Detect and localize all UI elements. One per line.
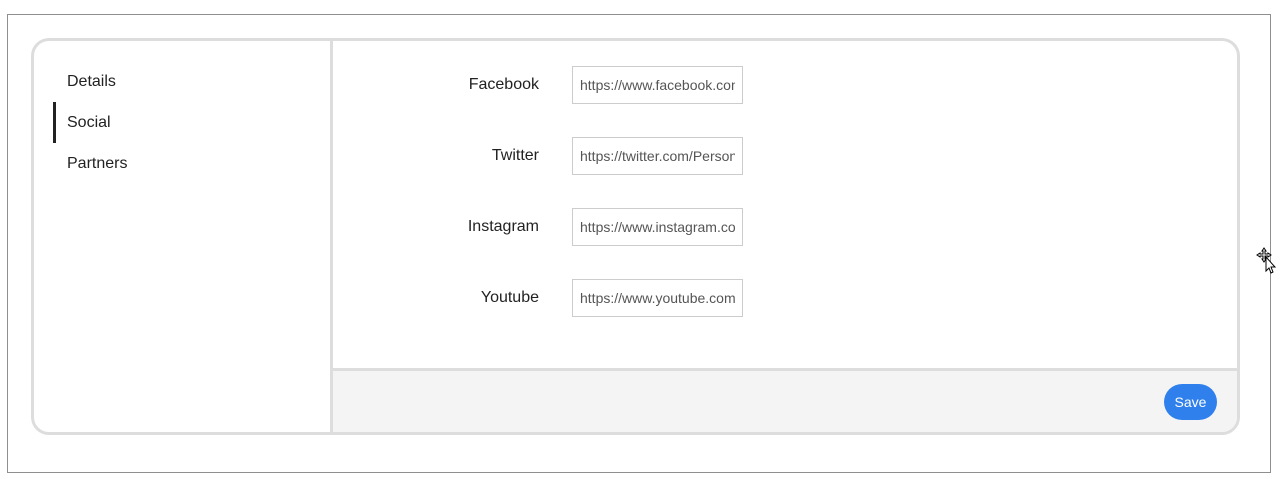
instagram-label: Instagram (467, 218, 539, 235)
sidebar-item-label: Social (67, 114, 111, 131)
twitter-url-input[interactable] (572, 137, 743, 175)
form-row-twitter: Twitter (333, 137, 1237, 175)
sidebar-item-label: Details (67, 73, 116, 90)
save-button[interactable]: Save (1164, 384, 1217, 420)
main-panel: Facebook Twitter Instagram Youtube Save (333, 41, 1237, 432)
form-row-facebook: Facebook (333, 66, 1237, 104)
youtube-label: Youtube (480, 289, 539, 306)
form-footer: Save (333, 368, 1237, 432)
sidebar: Details Social Partners (34, 41, 333, 432)
settings-card: Details Social Partners Facebook Twitter… (31, 38, 1240, 435)
twitter-label: Twitter (491, 147, 539, 164)
facebook-label: Facebook (468, 76, 539, 93)
sidebar-item-partners[interactable]: Partners (34, 143, 330, 184)
sidebar-item-details[interactable]: Details (34, 61, 330, 102)
social-form: Facebook Twitter Instagram Youtube (333, 41, 1237, 368)
form-row-youtube: Youtube (333, 279, 1237, 317)
instagram-url-input[interactable] (572, 208, 743, 246)
facebook-url-input[interactable] (572, 66, 743, 104)
sidebar-item-label: Partners (67, 155, 128, 172)
sidebar-item-social[interactable]: Social (34, 102, 330, 143)
move-cursor-icon (1256, 247, 1277, 274)
youtube-url-input[interactable] (572, 279, 743, 317)
form-row-instagram: Instagram (333, 208, 1237, 246)
